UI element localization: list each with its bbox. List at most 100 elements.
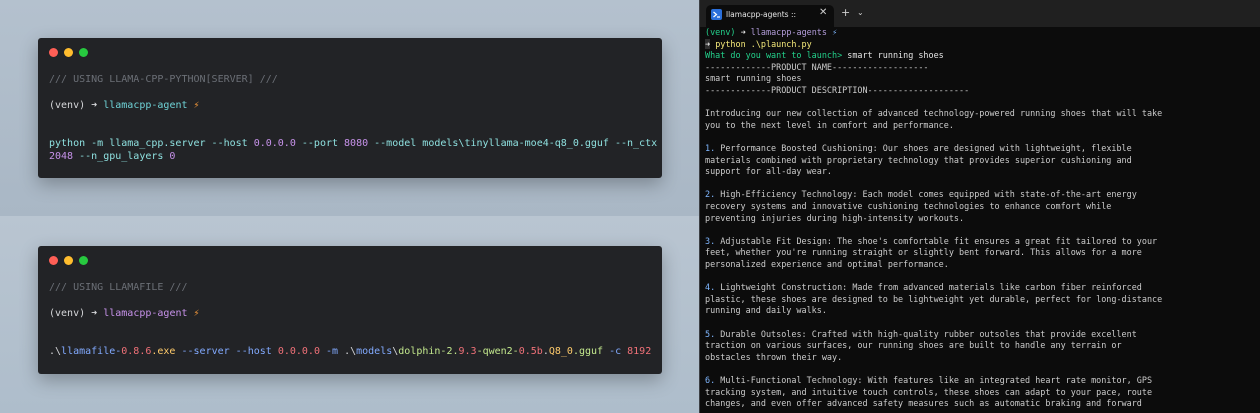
window-controls (49, 256, 88, 265)
list-item-2-line-1: 2. High-Efficiency Technology: Each mode… (705, 189, 1137, 201)
tab-title: llamacpp-agents :: (726, 10, 797, 19)
command-line-1: python -m llama_cpp.server --host 0.0.0.… (49, 137, 657, 150)
list-item-4-line-2: plastic, these shoes are designed to be … (705, 293, 1163, 304)
tab-llamacpp-agents[interactable]: llamacpp-agents :: ✕ (706, 5, 834, 27)
usage-comment: /// USING LLAMAFILE /// (49, 282, 188, 293)
input-question: What do you want to launch> (705, 50, 843, 61)
list-item-6-line-1: 6. Multi-Functional Technology: With fea… (705, 375, 1152, 387)
window-controls (49, 48, 88, 57)
list-item-5-line-2: traction on various surfaces, our runnin… (705, 340, 1122, 351)
directory-label: llamacpp-agent (103, 100, 188, 111)
cmd-text: -m (319, 346, 345, 357)
list-item-1-line-3: support for all-day wear. (705, 166, 832, 177)
list-number: 3. (705, 235, 716, 246)
cmd-text: Q8_0 (548, 346, 573, 357)
bolt-icon: ⚡ (193, 308, 200, 319)
command-marker: ➜ (705, 38, 711, 49)
bolt-icon: ⚡ (193, 100, 200, 111)
cmd-text: .\ (49, 346, 62, 357)
cmd-text: -qwen2- (476, 346, 519, 357)
close-tab-icon[interactable]: ✕ (819, 7, 827, 18)
command-text: python .\plaunch.py (715, 38, 812, 49)
list-text: Performance Boosted Cushioning: Our shoe… (715, 143, 1132, 153)
list-item-1-line-2: materials combined with proprietary tech… (705, 154, 1132, 165)
minimize-dot-icon[interactable] (64, 48, 73, 57)
maximize-dot-icon[interactable] (79, 48, 88, 57)
arrow-icon: ➜ (91, 308, 98, 319)
cmd-host: 0.0.0.0 (253, 138, 296, 149)
cmd-layers: 0 (169, 151, 176, 162)
product-name-value: smart running shoes (705, 73, 802, 84)
cmd-ctx: 2048 (49, 151, 74, 162)
minimize-dot-icon[interactable] (64, 256, 73, 265)
llamafile-terminal-window: /// USING LLAMAFILE /// (venv) ➜ llamacp… (38, 246, 662, 374)
server-terminal-window: /// USING LLAMA-CPP-PYTHON[SERVER] /// (… (38, 38, 662, 178)
product-description-header: -------------PRODUCT DESCRIPTION--------… (705, 85, 970, 95)
product-name-header: -------------PRODUCT NAME---------------… (705, 61, 929, 72)
intro-line-2: you to the next level in comfort and per… (705, 119, 954, 130)
cmd-text: .gguf (572, 346, 604, 357)
list-item-3-line-1: 3. Adjustable Fit Design: The shoe's com… (705, 236, 1157, 248)
close-dot-icon[interactable] (49, 256, 58, 265)
directory-label: llamacpp-agents (750, 27, 827, 37)
cmd-port: 8080 (344, 138, 369, 149)
windows-terminal: llamacpp-agents :: ✕ + ⌄ (venv) ➜ llamac… (700, 0, 1260, 413)
venv-label: (venv) (705, 27, 736, 37)
command-line: .\llamafile-0.8.6.exe --server --host 0.… (49, 345, 651, 358)
cmd-text: models (356, 346, 393, 357)
cmd-text: python -m llama_cpp.server --host (49, 138, 254, 149)
intro-line-1: Introducing our new collection of advanc… (705, 108, 1163, 119)
shell-prompt: (venv) ➜ llamacpp-agent ⚡ (49, 307, 200, 320)
cmd-version: 0.8.6 (121, 346, 152, 357)
list-item-1-line-1: 1. Performance Boosted Cushioning: Our s… (705, 143, 1132, 155)
command-line: ➜ python .\plaunch.py (705, 38, 812, 51)
list-number: 6. (705, 375, 716, 385)
cmd-text: dolphin-2. (398, 346, 459, 357)
cmd-text: -c (603, 346, 628, 357)
powershell-icon (711, 9, 722, 20)
list-item-3-line-3: personalized experience and optimal perf… (705, 259, 949, 269)
cmd-text: --model models\tinyllama-moe4-q8_0.gguf … (368, 138, 658, 149)
usage-comment: /// USING LLAMA-CPP-PYTHON[SERVER] /// (49, 74, 278, 85)
arrow-icon: ➜ (91, 100, 98, 111)
cmd-host: 0.0.0.0 (277, 346, 320, 357)
directory-label: llamacpp-agent (103, 308, 188, 319)
list-item-2-line-3: preventing injuries during high-intensit… (705, 212, 965, 223)
cmd-text: 9.3 (458, 346, 477, 357)
list-text: Adjustable Fit Design: The shoe's comfor… (715, 235, 1158, 246)
input-answer: smart running shoes (842, 50, 944, 61)
input-line: What do you want to launch> smart runnin… (705, 50, 944, 62)
list-text: Durable Outsoles: Crafted with high-qual… (715, 328, 1137, 339)
list-number: 2. (705, 189, 716, 200)
cmd-text: llamafile- (61, 346, 122, 357)
list-item-5-line-3: obstacles thrown their way. (705, 351, 843, 362)
cmd-text: --n_gpu_layers (73, 151, 170, 162)
shell-prompt: (venv) ➜ llamacpp-agent ⚡ (49, 99, 200, 112)
cmd-text: 0.5b (518, 346, 543, 357)
tab-bar: llamacpp-agents :: ✕ + ⌄ (700, 0, 1260, 27)
maximize-dot-icon[interactable] (79, 256, 88, 265)
arrow-icon: ➜ (740, 27, 746, 37)
list-text: Multi-Functional Technology: With featur… (715, 375, 1153, 385)
list-item-4-line-1: 4. Lightweight Construction: Made from a… (705, 282, 1142, 294)
list-number: 1. (705, 143, 716, 153)
list-text: High-Efficiency Technology: Each model c… (715, 189, 1137, 200)
list-number: 4. (705, 282, 716, 293)
list-number: 5. (705, 328, 716, 339)
list-item-6-line-2: tracking system, and intuitive touch con… (705, 386, 1153, 397)
cmd-text: .exe (151, 346, 176, 357)
lightning-icon: ⚡ (832, 27, 838, 37)
list-item-5-line-1: 5. Durable Outsoles: Crafted with high-q… (705, 329, 1137, 341)
new-tab-icon[interactable]: + (841, 6, 850, 19)
close-dot-icon[interactable] (49, 48, 58, 57)
list-item-2-line-2: recovery systems and innovative cushioni… (705, 201, 1112, 211)
chevron-down-icon[interactable]: ⌄ (857, 8, 864, 17)
list-item-6-line-3: changes, and even offer advanced safety … (705, 398, 1142, 409)
cmd-text: --server --host (175, 346, 278, 357)
cmd-text: --port (295, 138, 345, 149)
list-text: Lightweight Construction: Made from adva… (715, 282, 1142, 293)
cmd-text: .\ (344, 346, 357, 357)
list-item-4-line-3: running and daily walks. (705, 305, 827, 316)
cmd-ctx: 8192 (627, 346, 652, 357)
prompt-line: (venv) ➜ llamacpp-agents ⚡ (705, 27, 837, 39)
